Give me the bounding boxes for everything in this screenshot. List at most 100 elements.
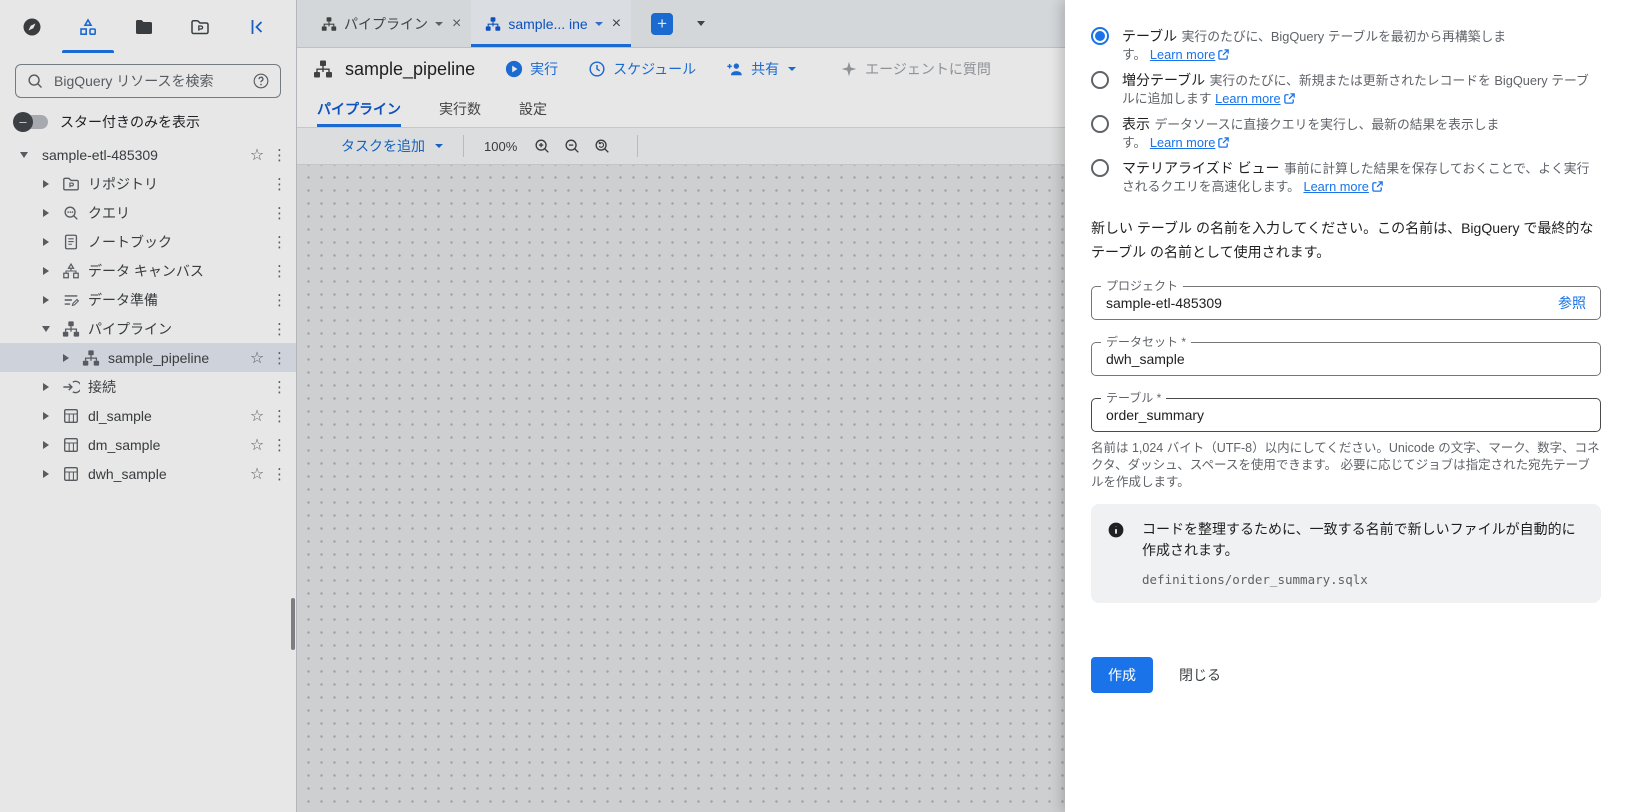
help-icon[interactable] — [252, 72, 270, 90]
more-actions-icon[interactable]: ⋮ — [270, 407, 288, 425]
tab-overflow-caret-icon[interactable] — [697, 21, 706, 26]
more-actions-icon[interactable]: ⋮ — [270, 233, 288, 251]
close-button[interactable]: 閉じる — [1179, 665, 1221, 685]
sidebar-scrollbar[interactable] — [291, 598, 295, 650]
repository-view-icon[interactable] — [180, 7, 220, 47]
dataset-field[interactable]: データセット * dwh_sample — [1091, 335, 1601, 376]
more-actions-icon[interactable]: ⋮ — [270, 146, 288, 164]
tree-item-queries[interactable]: クエリ ⋮ — [0, 198, 296, 227]
star-icon[interactable]: ☆ — [244, 435, 270, 455]
resources-view-icon[interactable] — [62, 7, 114, 53]
collapse-sidebar-icon[interactable] — [238, 7, 278, 47]
zoom-out-icon[interactable] — [557, 131, 587, 161]
star-icon[interactable]: ☆ — [244, 145, 270, 165]
zoom-level: 100% — [484, 138, 518, 154]
new-tab-button[interactable]: + — [651, 12, 674, 35]
radio-icon[interactable] — [1091, 115, 1109, 133]
more-actions-icon[interactable]: ⋮ — [270, 465, 288, 483]
radio-icon[interactable] — [1091, 159, 1109, 177]
create-button[interactable]: 作成 — [1091, 656, 1153, 693]
caret-right-icon[interactable] — [36, 382, 56, 391]
tree-item-dl-sample[interactable]: dl_sample ☆ ⋮ — [0, 401, 296, 430]
caret-right-icon[interactable] — [56, 353, 76, 362]
more-actions-icon[interactable]: ⋮ — [270, 378, 288, 396]
subtab-pipeline[interactable]: パイプライン — [317, 90, 401, 127]
option-materialized-view[interactable]: マテリアライズド ビュー 事前に計算した結果を保存しておくことで、よく実行される… — [1091, 158, 1601, 196]
resource-tree: sample-etl-485309 ☆ ⋮ リポジトリ ⋮ クエリ ⋮ ノートブ… — [0, 140, 296, 488]
caret-right-icon[interactable] — [36, 469, 56, 478]
option-incremental-table[interactable]: 増分テーブル 実行のたびに、新規または更新されたレコードを BigQuery テ… — [1091, 70, 1601, 108]
external-link-icon — [1217, 48, 1230, 61]
run-button[interactable]: 実行 — [505, 59, 558, 79]
more-actions-icon[interactable]: ⋮ — [270, 349, 288, 367]
more-actions-icon[interactable]: ⋮ — [270, 204, 288, 222]
more-actions-icon[interactable]: ⋮ — [270, 175, 288, 193]
tab-sample-pipeline[interactable]: sample... ine × — [471, 0, 632, 47]
more-actions-icon[interactable]: ⋮ — [270, 320, 288, 338]
more-actions-icon[interactable]: ⋮ — [270, 262, 288, 280]
starred-filter-row: スター付きのみを表示 — [13, 112, 280, 132]
tree-item-project[interactable]: sample-etl-485309 ☆ ⋮ — [0, 140, 296, 169]
more-actions-icon[interactable]: ⋮ — [270, 436, 288, 454]
starred-only-toggle[interactable] — [13, 112, 48, 132]
caret-right-icon[interactable] — [36, 295, 56, 304]
caret-right-icon[interactable] — [36, 208, 56, 217]
star-icon[interactable]: ☆ — [244, 464, 270, 484]
search-input[interactable] — [52, 72, 244, 90]
pipeline-canvas[interactable] — [297, 165, 1065, 812]
learn-more-link[interactable]: Learn more — [1150, 47, 1230, 62]
close-tab-icon[interactable]: × — [452, 15, 461, 32]
tree-item-connections[interactable]: 接続 ⋮ — [0, 372, 296, 401]
bigquery-studio-screen: スター付きのみを表示 sample-etl-485309 ☆ ⋮ リポジトリ ⋮… — [0, 0, 1641, 812]
radio-selected-icon[interactable] — [1091, 27, 1109, 45]
table-field[interactable]: テーブル * order_summary — [1091, 391, 1601, 432]
option-view[interactable]: 表示 データソースに直接クエリを実行し、最新の結果を表示します。 Learn m… — [1091, 114, 1601, 152]
subtab-executions[interactable]: 実行数 — [439, 90, 481, 127]
tree-item-sample-pipeline[interactable]: sample_pipeline ☆ ⋮ — [0, 343, 296, 372]
schedule-button[interactable]: スケジュール — [588, 59, 696, 79]
tab-menu-caret-icon[interactable] — [435, 21, 443, 26]
caret-down-icon[interactable] — [14, 151, 34, 158]
caret-right-icon[interactable] — [36, 179, 56, 188]
spark-icon — [840, 60, 858, 78]
close-tab-icon[interactable]: × — [612, 15, 621, 32]
query-icon — [62, 204, 80, 222]
learn-more-link[interactable]: Learn more — [1150, 135, 1230, 150]
canvas-toolbar: タスクを追加 100% — [297, 128, 1065, 165]
tree-item-dm-sample[interactable]: dm_sample ☆ ⋮ — [0, 430, 296, 459]
zoom-in-icon[interactable] — [527, 131, 557, 161]
tree-item-notebooks[interactable]: ノートブック ⋮ — [0, 227, 296, 256]
folder-view-icon[interactable] — [124, 7, 164, 47]
auto-file-note: コードを整理するために、一致する名前で新しいファイルが自動的に作成されます。 d… — [1091, 503, 1601, 603]
option-table[interactable]: テーブル 実行のたびに、BigQuery テーブルを最初から再構築します。 Le… — [1091, 26, 1601, 64]
tab-menu-caret-icon[interactable] — [594, 21, 603, 26]
add-task-button[interactable]: タスクを追加 — [341, 136, 443, 156]
tab-pipelines[interactable]: パイプライン × — [307, 0, 471, 47]
zoom-reset-icon[interactable] — [587, 131, 617, 161]
caret-right-icon[interactable] — [36, 440, 56, 449]
project-field[interactable]: プロジェクト sample-etl-485309 参照 — [1091, 279, 1601, 320]
star-icon[interactable]: ☆ — [244, 348, 270, 368]
tree-item-dwh-sample[interactable]: dwh_sample ☆ ⋮ — [0, 459, 296, 488]
subtab-settings[interactable]: 設定 — [519, 90, 547, 127]
pipeline-icon — [62, 320, 80, 338]
caret-right-icon[interactable] — [36, 411, 56, 420]
toggle-thumb-icon — [13, 112, 33, 132]
caret-down-icon[interactable] — [36, 325, 56, 332]
radio-icon[interactable] — [1091, 71, 1109, 89]
explorer-compass-icon[interactable] — [12, 7, 52, 47]
tree-item-repositories[interactable]: リポジトリ ⋮ — [0, 169, 296, 198]
more-actions-icon[interactable]: ⋮ — [270, 291, 288, 309]
star-icon[interactable]: ☆ — [244, 406, 270, 426]
caret-right-icon[interactable] — [36, 237, 56, 246]
browse-link[interactable]: 参照 — [1558, 293, 1586, 313]
tree-item-data-canvas[interactable]: データ キャンバス ⋮ — [0, 256, 296, 285]
page-title: sample_pipeline — [313, 59, 475, 80]
learn-more-link[interactable]: Learn more — [1303, 179, 1383, 194]
caret-right-icon[interactable] — [36, 266, 56, 275]
learn-more-link[interactable]: Learn more — [1215, 91, 1295, 106]
tree-item-data-prep[interactable]: データ準備 ⋮ — [0, 285, 296, 314]
ask-agent-button[interactable]: エージェントに質問 — [840, 59, 991, 79]
share-button[interactable]: 共有 — [726, 59, 797, 79]
tree-item-pipelines[interactable]: パイプライン ⋮ — [0, 314, 296, 343]
